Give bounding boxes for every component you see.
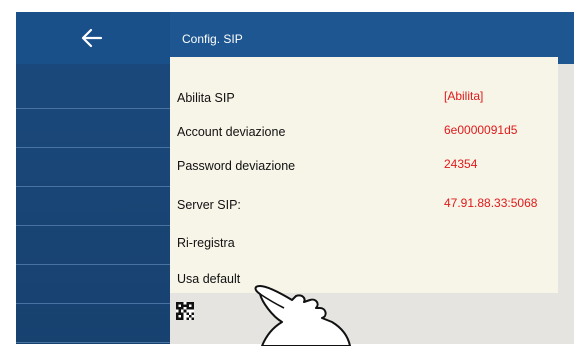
qr-code-icon[interactable] [176,302,194,320]
sidebar-item-3[interactable] [16,148,170,187]
setting-value-password[interactable]: 24354 [444,157,477,171]
usa-default-button[interactable]: Usa default [170,260,558,294]
setting-row-enable-sip[interactable]: Abilita SIP [Abilita] [170,79,558,113]
sidebar-item-6[interactable] [16,265,170,304]
sidebar-item-5[interactable] [16,226,170,265]
setting-label-password: Password deviazione [177,159,296,173]
sidebar [16,12,170,344]
settings-panel: Abilita SIP [Abilita] Account deviazione… [170,57,558,293]
setting-row-password[interactable]: Password deviazione 24354 [170,147,558,181]
setting-row-server[interactable]: Server SIP: 47.91.88.33:5068 [170,186,558,220]
arrow-left-icon [81,28,103,48]
setting-label-account: Account deviazione [177,125,286,139]
setting-value-account[interactable]: 6e0000091d5 [444,123,517,137]
sidebar-item-2[interactable] [16,109,170,148]
sidebar-item-7[interactable] [16,304,170,343]
sidebar-item-4[interactable] [16,187,170,226]
setting-value-enable-sip[interactable]: [Abilita] [444,89,483,103]
back-button[interactable] [16,12,170,64]
setting-row-account[interactable]: Account deviazione 6e0000091d5 [170,113,558,147]
sidebar-item-1[interactable] [16,70,170,109]
page-title: Config. SIP [182,32,243,46]
usa-default-label: Usa default [177,272,241,286]
setting-label-server: Server SIP: [177,198,241,212]
ri-registra-button[interactable]: Ri-registra [170,224,558,258]
setting-value-server[interactable]: 47.91.88.33:5068 [444,196,537,210]
setting-label-enable-sip: Abilita SIP [177,91,235,105]
ri-registra-label: Ri-registra [177,236,235,250]
pointing-hand-icon [254,285,351,346]
